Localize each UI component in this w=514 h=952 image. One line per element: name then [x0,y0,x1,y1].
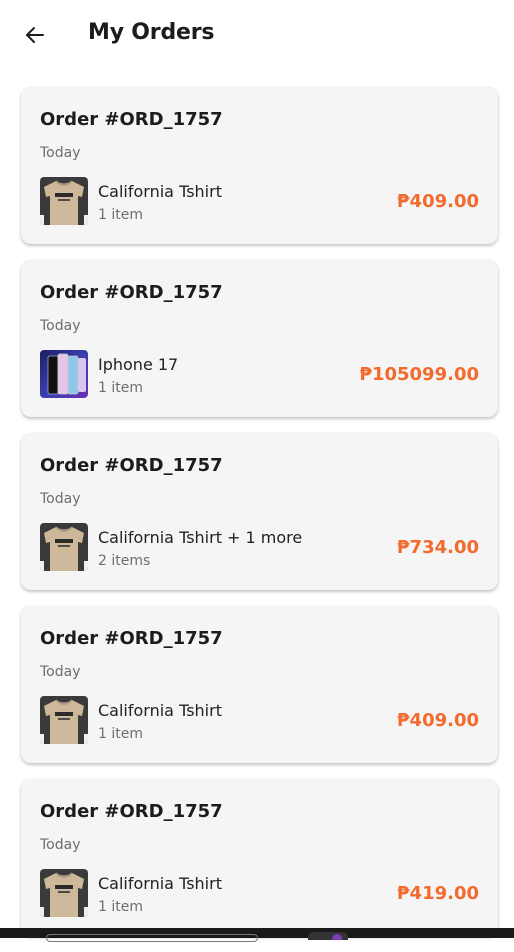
order-id: Order #ORD_1757 [40,628,223,649]
home-indicator[interactable] [46,934,258,942]
order-card[interactable]: Order #ORD_1757 Today Iphone 17 1 item ₱… [21,260,498,417]
order-price: ₱409.00 [397,710,479,731]
order-id: Order #ORD_1757 [40,282,223,303]
order-price: ₱409.00 [397,191,479,212]
tshirt-thumbnail [40,177,88,225]
phone-thumbnail [40,350,88,398]
item-name: California Tshirt + 1 more [98,528,303,547]
tshirt-thumbnail [40,523,88,571]
nav-tab-indicator[interactable] [308,932,348,940]
item-count: 1 item [98,899,143,915]
item-name: Iphone 17 [98,355,179,374]
back-button[interactable] [18,18,52,52]
order-id: Order #ORD_1757 [40,109,223,130]
order-price: ₱105099.00 [359,364,479,385]
tshirt-thumbnail [40,869,88,917]
orders-list: Order #ORD_1757 Today California Tshirt … [21,87,498,952]
item-count: 1 item [98,207,143,223]
order-date: Today [40,837,81,853]
order-card[interactable]: Order #ORD_1757 Today California Tshirt … [21,87,498,244]
order-card[interactable]: Order #ORD_1757 Today California Tshirt … [21,433,498,590]
order-id: Order #ORD_1757 [40,455,223,476]
order-card[interactable]: Order #ORD_1757 Today California Tshirt … [21,779,498,936]
item-name: California Tshirt [98,874,222,893]
item-count: 2 items [98,553,151,569]
app-bar: My Orders [0,0,514,70]
order-id: Order #ORD_1757 [40,801,223,822]
order-date: Today [40,318,81,334]
tshirt-thumbnail [40,696,88,744]
order-date: Today [40,664,81,680]
order-date: Today [40,145,81,161]
item-count: 1 item [98,726,143,742]
item-name: California Tshirt [98,182,222,201]
item-name: California Tshirt [98,701,222,720]
item-count: 1 item [98,380,143,396]
order-price: ₱734.00 [397,537,479,558]
order-date: Today [40,491,81,507]
arrow-left-icon [26,27,44,43]
order-card[interactable]: Order #ORD_1757 Today California Tshirt … [21,606,498,763]
page-title: My Orders [88,20,215,45]
bottom-navigation-bar [0,928,514,942]
order-price: ₱419.00 [397,883,479,904]
